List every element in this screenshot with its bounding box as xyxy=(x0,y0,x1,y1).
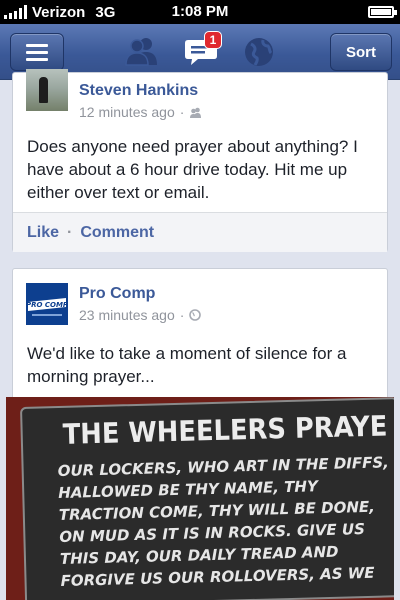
friends-privacy-icon xyxy=(190,107,202,118)
friend-requests-icon[interactable] xyxy=(124,36,160,66)
post-actions: Like · Comment xyxy=(13,212,387,252)
sort-button[interactable]: Sort xyxy=(330,33,392,71)
signal-strength-icon xyxy=(4,5,27,19)
prayer-sign: THE WHEELERS PRAYE OUR LOCKERS, WHO ART … xyxy=(20,397,394,600)
post-timestamp[interactable]: 12 minutes ago xyxy=(79,104,175,120)
post-text: We'd like to take a moment of silence fo… xyxy=(27,344,347,386)
pro-comp-logo: PRO COMP xyxy=(26,283,68,325)
like-button[interactable]: Like xyxy=(27,224,59,242)
battery-icon xyxy=(368,6,397,18)
status-bar: Verizon 3G 1:08 PM xyxy=(0,0,400,24)
notifications-globe-icon[interactable] xyxy=(243,36,275,68)
menu-button[interactable] xyxy=(10,33,64,71)
svg-text:PRO COMP: PRO COMP xyxy=(26,301,68,309)
network-type: 3G xyxy=(95,3,116,21)
post-author[interactable]: Pro Comp xyxy=(79,285,155,303)
sign-text: OUR LOCKERS, WHO ART IN THE DIFFS, HALLO… xyxy=(57,451,392,592)
avatar[interactable] xyxy=(26,69,68,111)
carrier-name: Verizon xyxy=(32,3,86,21)
post-text: Does anyone need prayer about anything? … xyxy=(27,137,358,202)
post-timestamp[interactable]: 23 minutes ago xyxy=(79,307,175,323)
feed-post: Steven Hankins 12 minutes ago · Does any… xyxy=(12,69,388,252)
post-photo[interactable]: THE WHEELERS PRAYE OUR LOCKERS, WHO ART … xyxy=(6,397,394,600)
post-meta: 12 minutes ago · xyxy=(79,104,202,120)
post-meta: 23 minutes ago · xyxy=(79,307,202,323)
comment-button[interactable]: Comment xyxy=(80,224,154,242)
sign-title: THE WHEELERS PRAYE xyxy=(62,409,388,451)
public-globe-icon xyxy=(189,309,202,321)
avatar[interactable]: PRO COMP xyxy=(26,283,68,325)
message-count-badge: 1 xyxy=(204,31,222,49)
post-author[interactable]: Steven Hankins xyxy=(79,82,198,100)
